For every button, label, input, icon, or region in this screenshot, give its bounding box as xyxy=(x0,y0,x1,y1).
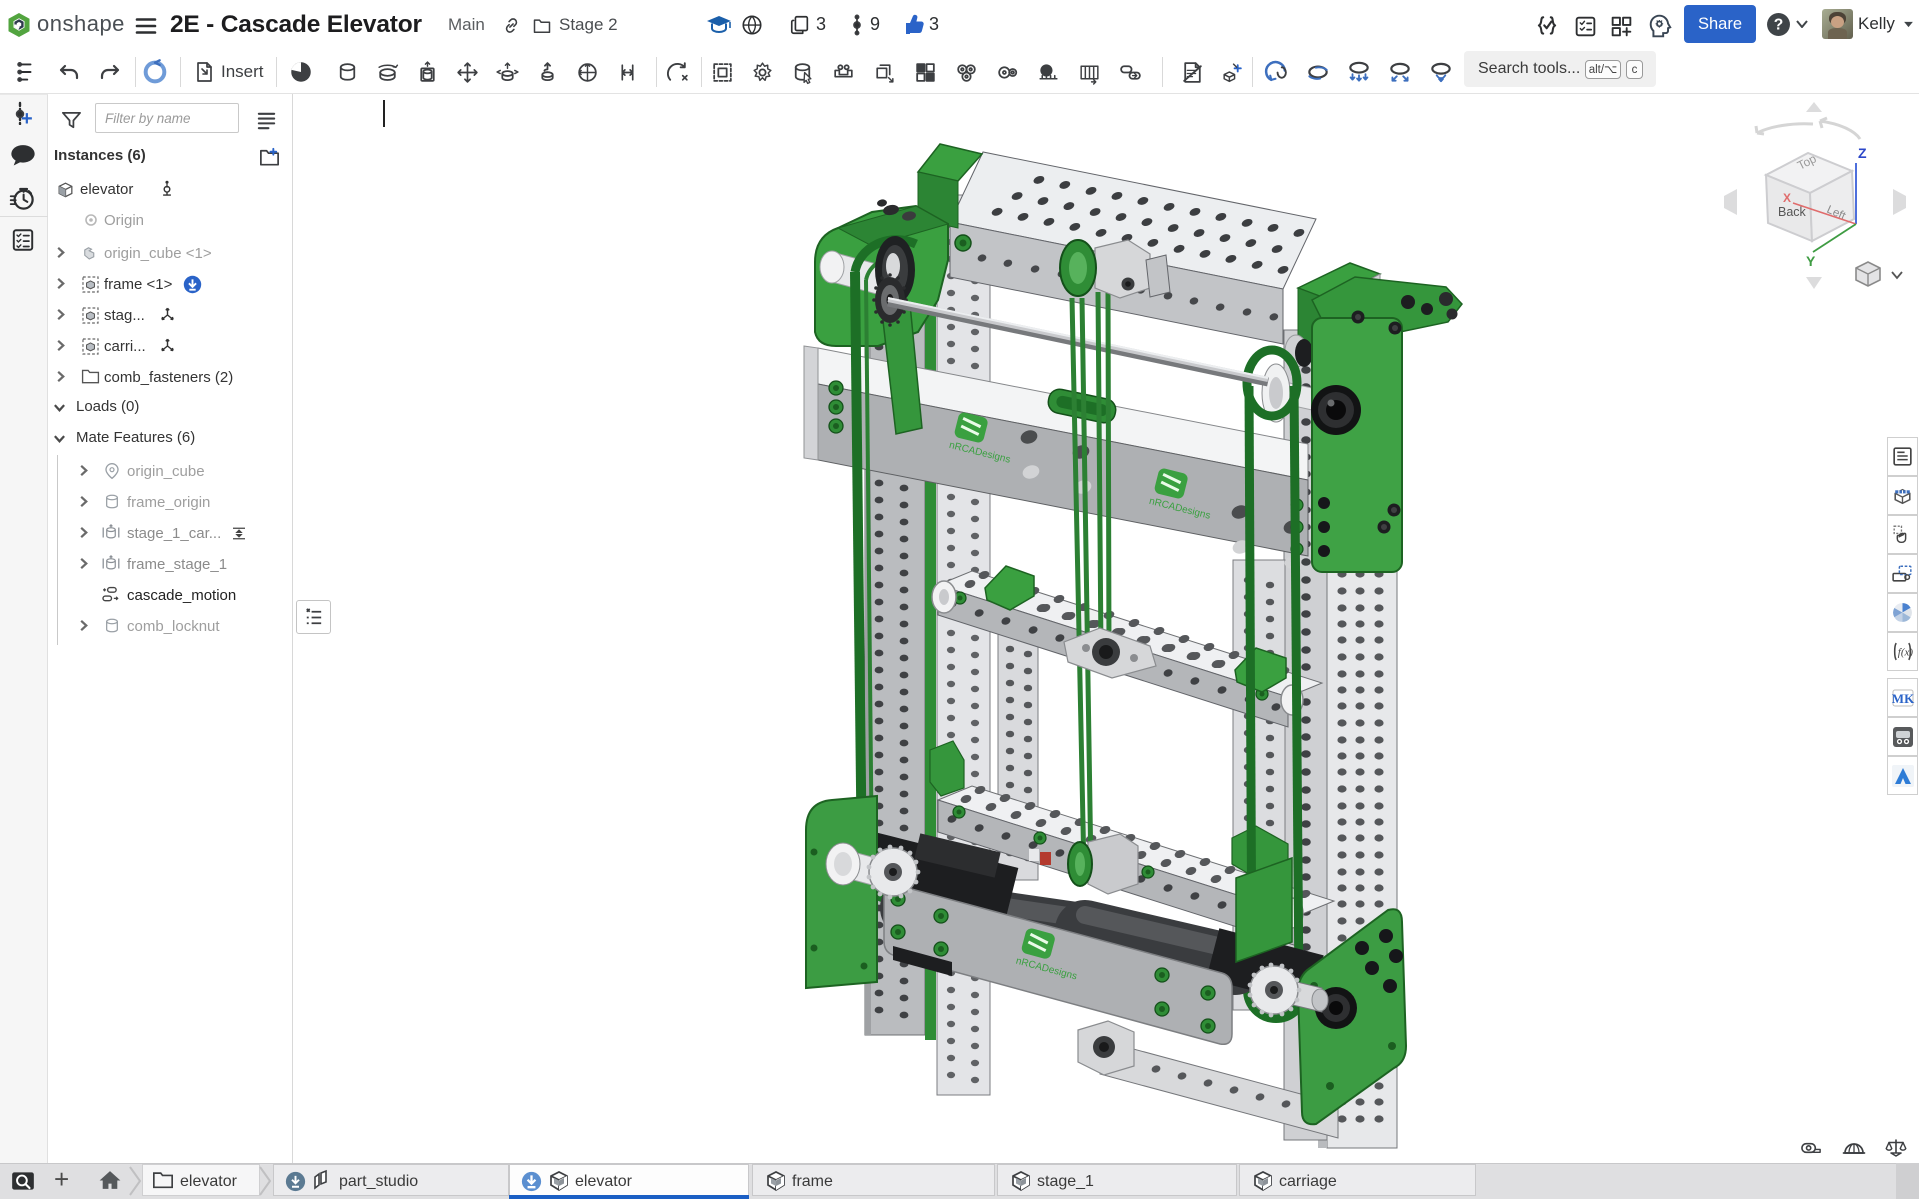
svg-text:MK: MK xyxy=(1892,691,1915,706)
svg-text:Z: Z xyxy=(1858,145,1867,161)
svg-text:X: X xyxy=(1783,191,1791,205)
svg-text:Back: Back xyxy=(1778,205,1807,219)
svg-text:f(x): f(x) xyxy=(1898,647,1914,659)
svg-text:Y: Y xyxy=(1806,253,1816,269)
